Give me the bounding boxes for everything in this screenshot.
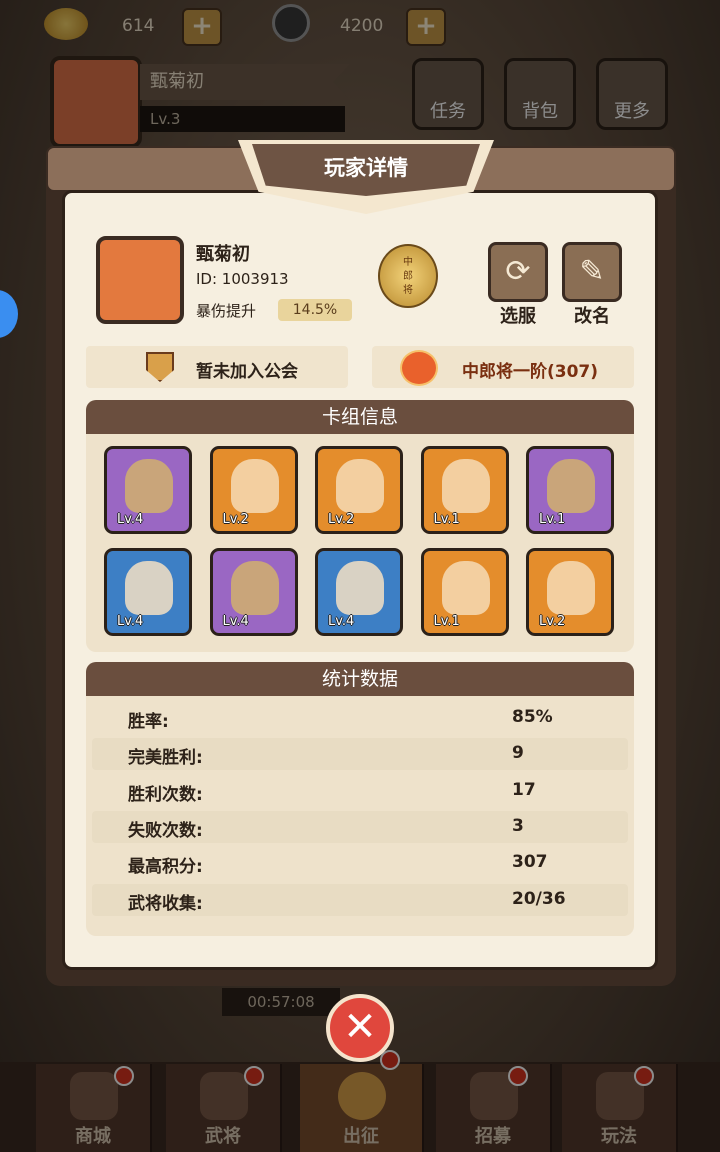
crit-value: 14.5% xyxy=(278,299,352,321)
deck-card[interactable]: Lv.2 xyxy=(315,446,403,534)
deck-card[interactable]: Lv.4 xyxy=(315,548,403,636)
deck-card[interactable]: Lv.4 xyxy=(104,446,192,534)
stat-label: 最高积分: xyxy=(128,857,203,878)
general-portrait xyxy=(230,459,279,513)
refresh-icon: ⟳ xyxy=(505,254,531,289)
deck-card[interactable]: Lv.1 xyxy=(526,446,614,534)
card-level: Lv.4 xyxy=(222,614,249,629)
general-portrait xyxy=(336,459,384,513)
close-button[interactable]: ✕ xyxy=(326,994,394,1062)
deck-card[interactable]: Lv.2 xyxy=(526,548,614,636)
general-portrait xyxy=(230,561,279,615)
rename-button[interactable]: ✎ xyxy=(562,242,622,302)
close-icon: ✕ xyxy=(343,1004,377,1050)
rename-label: 改名 xyxy=(574,306,610,327)
deck-card[interactable]: Lv.4 xyxy=(209,548,298,636)
card-level: Lv.1 xyxy=(539,512,566,527)
crit-label: 暴伤提升 xyxy=(196,302,257,320)
stat-label: 胜利次数: xyxy=(128,784,203,805)
pencil-icon: ✎ xyxy=(579,254,605,289)
panel-title: 玩家详情 xyxy=(324,156,408,180)
general-portrait xyxy=(125,459,173,513)
general-portrait xyxy=(441,561,490,615)
rank-pouch-icon xyxy=(400,350,438,386)
deck-title: 卡组信息 xyxy=(86,400,634,434)
stat-label: 完美胜利: xyxy=(128,748,203,769)
change-server-button[interactable]: ⟳ xyxy=(488,242,548,302)
rank-badge-text: 中郎将 xyxy=(403,257,413,296)
deck-card[interactable]: Lv.4 xyxy=(104,548,192,636)
stat-value: 17 xyxy=(512,779,536,800)
general-portrait xyxy=(336,561,384,615)
card-level: Lv.2 xyxy=(328,512,355,527)
profile-avatar xyxy=(96,236,184,324)
stat-value: 9 xyxy=(512,743,524,764)
card-level: Lv.2 xyxy=(539,614,566,629)
profile-name: 甄菊初 xyxy=(196,244,250,265)
card-level: Lv.1 xyxy=(433,512,460,527)
deck-card[interactable]: Lv.2 xyxy=(209,446,298,534)
card-level: Lv.4 xyxy=(117,512,144,527)
guild-text: 暂未加入公会 xyxy=(196,362,298,382)
deck-card[interactable]: Lv.1 xyxy=(420,548,509,636)
deck-card[interactable]: Lv.1 xyxy=(420,446,509,534)
card-level: Lv.4 xyxy=(328,614,355,629)
general-portrait xyxy=(125,561,173,615)
stat-label: 胜率: xyxy=(128,712,169,732)
stat-value: 307 xyxy=(512,852,548,873)
card-level: Lv.4 xyxy=(117,614,144,629)
general-portrait xyxy=(547,561,595,615)
profile-id: ID: 1003913 xyxy=(196,270,289,288)
card-level: Lv.2 xyxy=(222,512,249,527)
stat-value: 20/36 xyxy=(512,888,566,909)
stat-label: 失败次数: xyxy=(128,820,203,841)
rank-text: 中郎将一阶(307) xyxy=(462,362,599,382)
stat-label: 武将收集: xyxy=(128,893,203,914)
general-portrait xyxy=(547,459,595,513)
stat-value: 3 xyxy=(512,815,524,836)
change-server-label: 选服 xyxy=(500,306,536,327)
rank-badge-icon: 中郎将 xyxy=(378,244,438,308)
stats-title: 统计数据 xyxy=(86,662,634,696)
general-portrait xyxy=(441,459,490,513)
stat-value: 85% xyxy=(512,707,553,727)
card-level: Lv.1 xyxy=(433,614,460,629)
